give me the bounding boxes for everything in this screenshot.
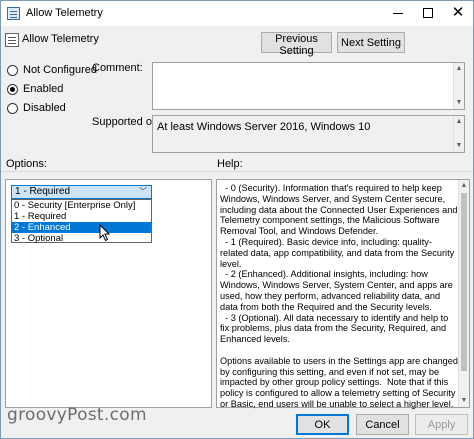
- scroll-up-icon[interactable]: ▲: [459, 181, 469, 191]
- divider: [1, 171, 473, 172]
- radio-label: Disabled: [23, 102, 66, 114]
- dropdown-option-enhanced[interactable]: 2 - Enhanced: [12, 222, 151, 233]
- radio-circle[interactable]: [7, 83, 18, 95]
- help-text: - 0 (Security). Information that's requi…: [220, 183, 459, 409]
- radio-label: Enabled: [23, 83, 64, 95]
- policy-app-icon: [7, 7, 20, 20]
- options-label: Options:: [6, 158, 47, 170]
- scroll-up-icon[interactable]: ▲: [454, 117, 464, 127]
- maximize-icon: [423, 8, 433, 18]
- radio-label: Not Configured: [23, 64, 97, 76]
- scroll-down-icon[interactable]: ▼: [459, 396, 469, 406]
- apply-button[interactable]: Apply: [415, 414, 468, 435]
- next-setting-button[interactable]: Next Setting: [337, 32, 405, 53]
- comment-scrollbar[interactable]: ▲ ▼: [453, 63, 464, 109]
- setting-icon: [5, 33, 19, 47]
- dropdown-list: 0 - Security [Enterprise Only] 1 - Requi…: [11, 199, 152, 244]
- policy-window: Allow Telemetry ✕ Allow Telemetry Previo…: [0, 0, 474, 439]
- setting-title: Allow Telemetry: [22, 33, 99, 45]
- cancel-button[interactable]: Cancel: [356, 414, 409, 435]
- window-title: Allow Telemetry: [26, 7, 103, 19]
- scroll-down-icon[interactable]: ▼: [454, 98, 464, 108]
- radio-circle[interactable]: [7, 64, 18, 76]
- dropdown-option-optional[interactable]: 3 - Optional: [12, 233, 151, 244]
- dropdown-option-required[interactable]: 1 - Required: [12, 211, 151, 222]
- scrollbar-thumb[interactable]: [461, 193, 467, 371]
- maximize-button[interactable]: [413, 3, 443, 23]
- title-bar: Allow Telemetry ✕: [1, 1, 473, 26]
- supported-on-field: At least Windows Server 2016, Windows 10…: [152, 115, 465, 153]
- dropdown-option-security[interactable]: 0 - Security [Enterprise Only]: [12, 200, 151, 211]
- help-scrollbar[interactable]: ▲ ▼: [458, 180, 469, 407]
- ok-button[interactable]: OK: [296, 414, 349, 435]
- dropdown-value: 1 - Required: [15, 186, 71, 197]
- supported-on-value: At least Windows Server 2016, Windows 10: [157, 121, 371, 133]
- minimize-icon: [393, 13, 403, 14]
- radio-enabled[interactable]: Enabled: [7, 82, 63, 96]
- radio-not-configured[interactable]: Not Configured: [7, 63, 97, 77]
- comment-field[interactable]: ▲ ▼: [152, 62, 465, 110]
- supported-scrollbar[interactable]: ▲ ▼: [453, 116, 464, 152]
- help-pane: - 0 (Security). Information that's requi…: [216, 179, 470, 409]
- scroll-down-icon[interactable]: ▼: [454, 141, 464, 151]
- scroll-up-icon[interactable]: ▲: [454, 64, 464, 74]
- previous-setting-button[interactable]: Previous Setting: [261, 32, 332, 57]
- supported-on-label: Supported on:: [92, 116, 162, 128]
- radio-circle[interactable]: [7, 102, 18, 114]
- help-label: Help:: [217, 158, 243, 170]
- chevron-down-icon[interactable]: ﹀: [139, 186, 147, 198]
- minimize-button[interactable]: [383, 3, 413, 23]
- watermark: groovyPost.com: [7, 405, 147, 425]
- comment-label: Comment:: [92, 62, 143, 74]
- telemetry-level-dropdown[interactable]: 1 - Required ﹀: [11, 185, 152, 199]
- close-icon: ✕: [451, 4, 465, 21]
- close-button[interactable]: ✕: [443, 3, 473, 23]
- mouse-cursor-icon: [99, 224, 111, 242]
- radio-disabled[interactable]: Disabled: [7, 101, 66, 115]
